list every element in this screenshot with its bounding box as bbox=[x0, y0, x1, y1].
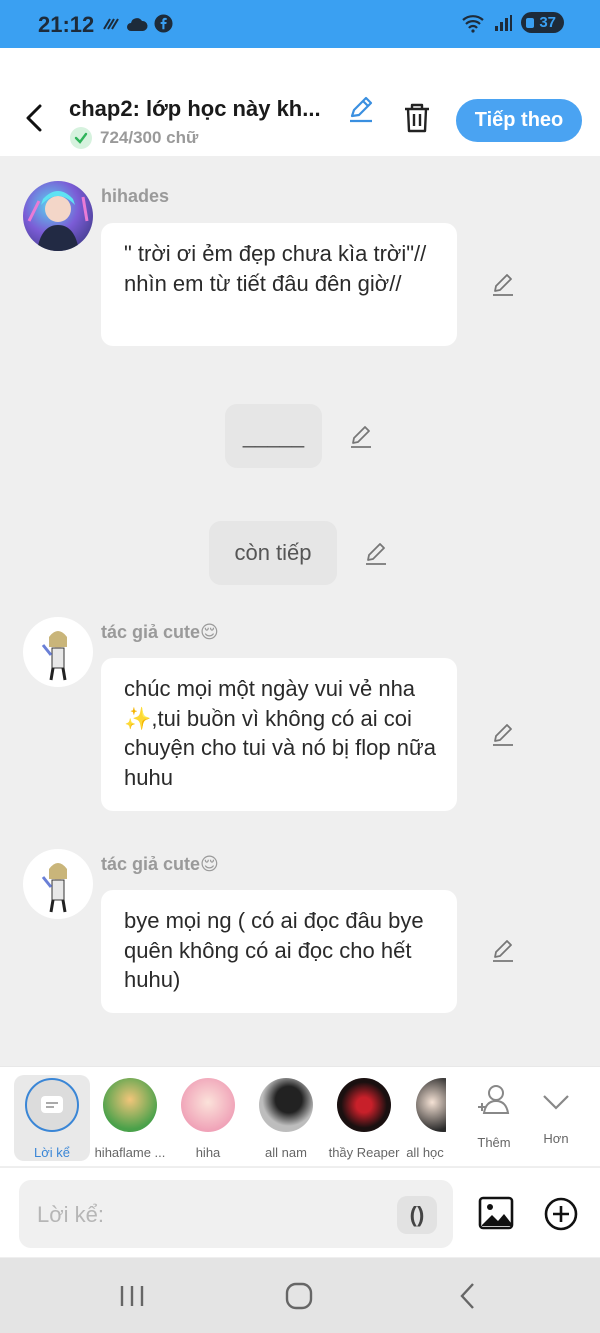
next-button[interactable]: Tiếp theo bbox=[456, 99, 582, 142]
character-all-hoc[interactable]: all học bbox=[404, 1075, 446, 1160]
avatar bbox=[337, 1078, 391, 1132]
character-all-nam[interactable]: all nam bbox=[248, 1075, 324, 1160]
battery-indicator: 37 bbox=[521, 12, 564, 33]
character-name: all nam bbox=[265, 1145, 307, 1160]
avatar bbox=[416, 1078, 446, 1132]
message-bubble[interactable]: chúc mọi một ngày vui vẻ nha ✨,tui buồn … bbox=[101, 658, 457, 811]
recent-apps-icon[interactable] bbox=[118, 1278, 146, 1314]
message-bubble[interactable]: bye mọi ng ( có ai đọc đâu bye quên khôn… bbox=[101, 890, 457, 1013]
narrator-chat-icon bbox=[25, 1078, 79, 1132]
parenthesis-button[interactable]: () bbox=[397, 1196, 437, 1234]
sender-name: tác giả cute😌 bbox=[101, 854, 219, 874]
edit-pencil-icon[interactable] bbox=[490, 272, 516, 298]
edit-title-pencil-icon[interactable] bbox=[346, 94, 376, 124]
character-name: Lời kể bbox=[34, 1145, 70, 1160]
edit-pencil-icon[interactable] bbox=[348, 424, 374, 450]
home-icon[interactable] bbox=[283, 1278, 315, 1314]
back-nav-icon[interactable] bbox=[454, 1278, 482, 1314]
edit-pencil-icon[interactable] bbox=[490, 938, 516, 964]
more-label: Hơn bbox=[543, 1131, 569, 1146]
check-icon bbox=[70, 127, 92, 149]
character-narrator[interactable]: Lời kể bbox=[14, 1075, 90, 1161]
clock: 21:12 bbox=[38, 12, 95, 37]
avatar[interactable] bbox=[23, 181, 93, 251]
avatar[interactable] bbox=[23, 617, 93, 687]
system-nav-bar bbox=[0, 1258, 600, 1333]
facebook-icon bbox=[154, 14, 173, 33]
avatar bbox=[259, 1078, 313, 1132]
add-circle-icon[interactable] bbox=[543, 1196, 579, 1232]
word-count-row: 724/300 chữ bbox=[70, 127, 198, 149]
message-bubble[interactable]: " trời ơi ẻm đẹp chưa kìa trời"// nhìn e… bbox=[101, 223, 457, 346]
add-character-label: Thêm bbox=[477, 1135, 511, 1150]
avatar bbox=[103, 1078, 157, 1132]
character-name: thầy Reaper bbox=[328, 1145, 400, 1160]
signal-icon bbox=[495, 14, 513, 31]
edit-pencil-icon[interactable] bbox=[363, 541, 389, 567]
input-placeholder: Lời kể: bbox=[37, 1202, 105, 1227]
sender-name: tác giả cute😌 bbox=[101, 622, 219, 642]
editor-header: chap2: lớp học này kh... 724/300 chữ Tiế… bbox=[0, 48, 600, 156]
more-button[interactable]: Hơn bbox=[522, 1075, 590, 1146]
avatar bbox=[181, 1078, 235, 1132]
character-name: hiha bbox=[195, 1145, 221, 1160]
sender-name: hihades bbox=[101, 186, 170, 206]
character-thay-reaper[interactable]: thầy Reaper bbox=[326, 1075, 402, 1160]
add-character-button[interactable]: Thêm bbox=[458, 1075, 530, 1150]
narration-bubble[interactable]: còn tiếp bbox=[209, 521, 337, 585]
composer: Lời kể: () bbox=[0, 1167, 600, 1257]
message-input[interactable]: Lời kể: () bbox=[19, 1180, 453, 1248]
character-selector: Lời kể hihaflame ... hiha all nam thầy R… bbox=[0, 1066, 600, 1166]
character-name: all học bbox=[406, 1145, 444, 1160]
avatar[interactable] bbox=[23, 849, 93, 919]
chapter-title[interactable]: chap2: lớp học này kh... bbox=[69, 96, 339, 122]
data-saver-icon bbox=[103, 17, 119, 30]
narration-bubble[interactable]: _____ bbox=[225, 404, 322, 468]
cloud-icon bbox=[127, 17, 148, 31]
character-hiha[interactable]: hiha bbox=[170, 1075, 246, 1160]
trash-icon[interactable] bbox=[402, 102, 432, 134]
status-bar: 21:12 37 bbox=[0, 0, 600, 48]
wifi-icon bbox=[462, 14, 485, 33]
add-person-icon bbox=[478, 1085, 510, 1114]
chevron-down-icon bbox=[543, 1095, 569, 1110]
character-name: hihaflame ... bbox=[94, 1145, 166, 1160]
word-count: 724/300 chữ bbox=[100, 128, 199, 147]
edit-pencil-icon[interactable] bbox=[490, 722, 516, 748]
back-arrow-icon[interactable] bbox=[20, 100, 50, 136]
image-icon[interactable] bbox=[478, 1195, 514, 1231]
character-hihaflame[interactable]: hihaflame ... bbox=[92, 1075, 168, 1160]
